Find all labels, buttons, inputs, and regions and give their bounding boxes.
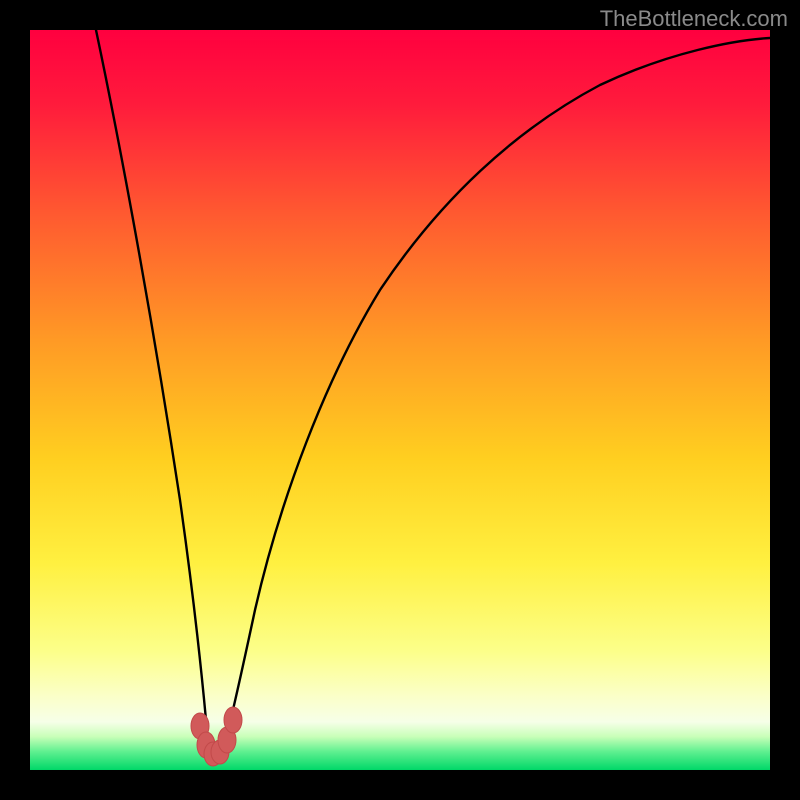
chart-plot-area (30, 30, 770, 770)
attribution-label: TheBottleneck.com (600, 6, 788, 32)
chart-frame: TheBottleneck.com (0, 0, 800, 800)
chart-svg (30, 30, 770, 770)
gradient-background (30, 30, 770, 770)
